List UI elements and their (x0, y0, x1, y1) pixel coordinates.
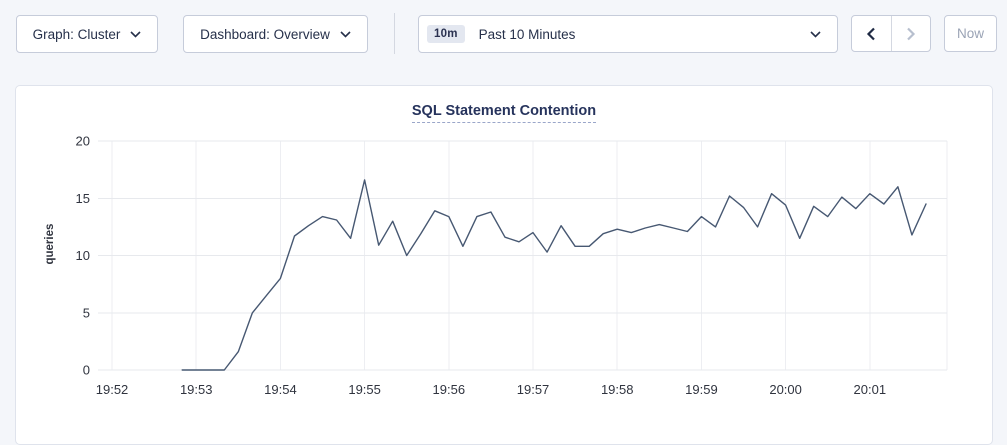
svg-text:19:57: 19:57 (517, 382, 550, 397)
svg-text:20: 20 (76, 134, 90, 149)
toolbar-divider (394, 13, 395, 54)
svg-text:20:00: 20:00 (769, 382, 802, 397)
svg-text:19:58: 19:58 (601, 382, 634, 397)
svg-text:19:54: 19:54 (264, 382, 297, 397)
dashboard-dropdown-label: Dashboard: Overview (200, 27, 330, 42)
chart-card: SQL Statement Contention 19:5219:5319:54… (15, 85, 993, 445)
chevron-down-icon (130, 31, 141, 38)
svg-text:queries: queries (44, 224, 56, 265)
chevron-left-icon (866, 27, 876, 41)
chevron-right-icon (906, 27, 916, 41)
graph-dropdown-label: Graph: Cluster (33, 27, 121, 42)
graph-dropdown-button[interactable]: Graph: Cluster (16, 15, 158, 53)
time-next-button[interactable] (892, 16, 931, 51)
now-button-label: Now (957, 26, 984, 41)
time-nav-group (851, 15, 931, 52)
chevron-down-icon (810, 31, 821, 38)
sql-contention-line-chart[interactable]: 19:52 19:53 19:54 19:55 19:56 19:57 19:58 19:59… (16, 86, 994, 431)
dashboard-dropdown-button[interactable]: Dashboard: Overview (183, 15, 368, 53)
svg-text:20:01: 20:01 (854, 382, 887, 397)
now-button[interactable]: Now (944, 15, 997, 52)
svg-text:19:53: 19:53 (180, 382, 213, 397)
svg-text:10: 10 (76, 248, 90, 263)
svg-text:19:55: 19:55 (348, 382, 381, 397)
svg-text:15: 15 (76, 191, 90, 206)
chevron-down-icon (340, 31, 351, 38)
time-window-dropdown[interactable]: 10m Past 10 Minutes (418, 15, 838, 53)
svg-text:19:59: 19:59 (685, 382, 718, 397)
toolbar: Graph: Cluster Dashboard: Overview 10m P… (0, 0, 1007, 70)
time-window-label: Past 10 Minutes (479, 27, 810, 42)
time-prev-button[interactable] (852, 16, 892, 51)
svg-text:0: 0 (83, 363, 90, 378)
svg-text:19:52: 19:52 (96, 382, 129, 397)
time-window-badge: 10m (427, 25, 465, 43)
svg-text:19:56: 19:56 (433, 382, 466, 397)
svg-text:5: 5 (83, 305, 90, 320)
